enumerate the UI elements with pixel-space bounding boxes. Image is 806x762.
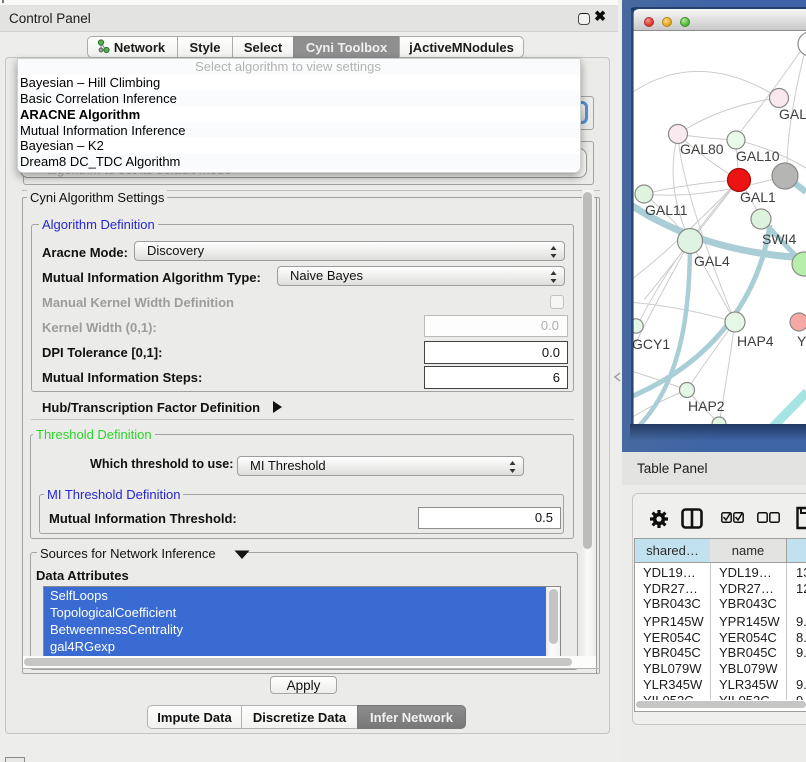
svg-text:HAP2: HAP2 [688, 398, 725, 414]
svg-text:GAL80: GAL80 [680, 141, 724, 157]
svg-text:GAL11: GAL11 [645, 202, 688, 218]
svg-text:SWI4: SWI4 [762, 231, 796, 247]
svg-text:GCY1: GCY1 [633, 336, 670, 352]
svg-text:GAL4: GAL4 [694, 253, 730, 269]
svg-text:HAP4: HAP4 [737, 333, 774, 349]
svg-text:Y: Y [797, 333, 806, 349]
svg-text:GAL10: GAL10 [736, 148, 780, 164]
svg-text:GAL1: GAL1 [740, 189, 776, 205]
svg-text:GAL: GAL [779, 106, 806, 122]
